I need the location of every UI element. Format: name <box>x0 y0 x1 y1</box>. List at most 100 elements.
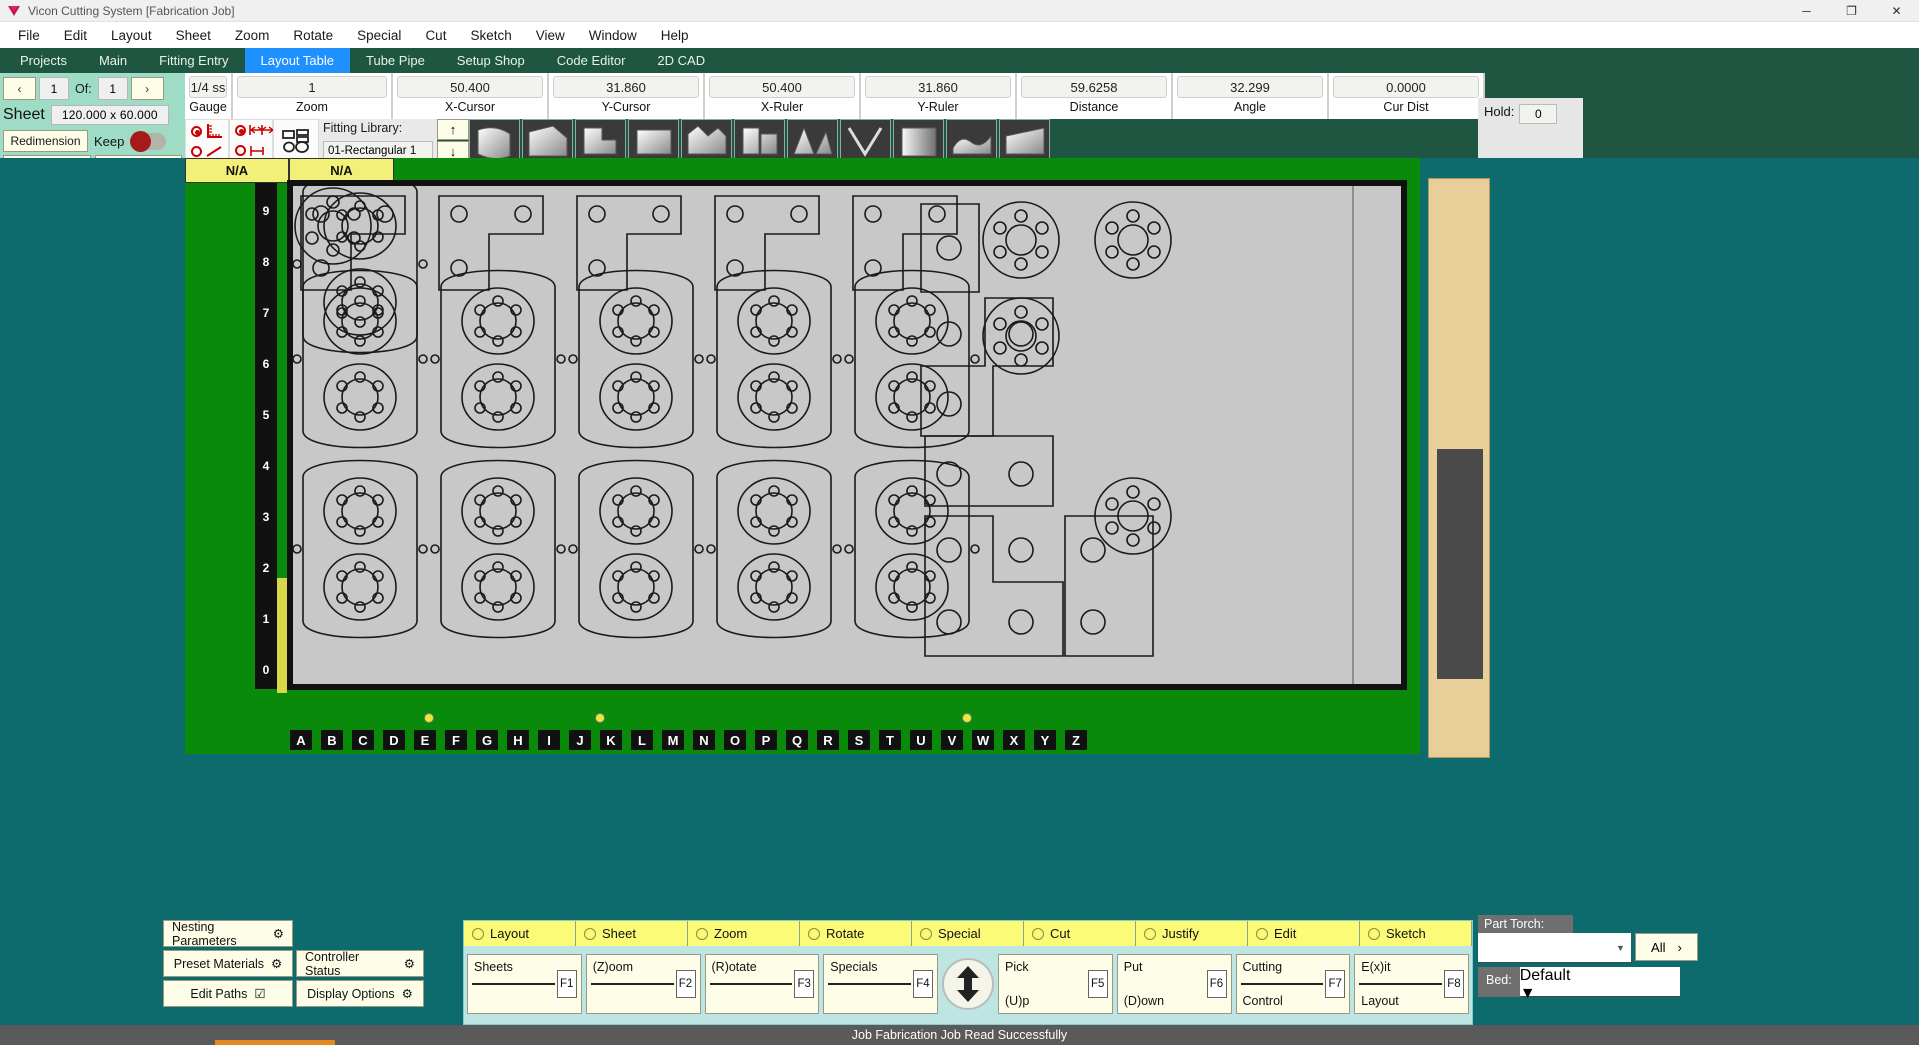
fkey-f3[interactable]: (R)otateF3 <box>705 954 820 1014</box>
na-cell-1[interactable]: N/A <box>185 158 289 183</box>
fitting-shape-3[interactable] <box>575 119 626 162</box>
close-button[interactable]: ✕ <box>1874 0 1919 22</box>
fitting-shape-11[interactable] <box>999 119 1050 162</box>
snap-ruler-radio-off[interactable] <box>191 146 202 157</box>
menu-item-help[interactable]: Help <box>649 25 701 46</box>
column-letter-I[interactable]: I <box>538 730 560 750</box>
controller-status-button[interactable]: Controller Status⚙ <box>296 950 424 977</box>
material-remnant-strip[interactable] <box>1428 178 1490 758</box>
menu-item-cut[interactable]: Cut <box>413 25 458 46</box>
column-letter-U[interactable]: U <box>910 730 932 750</box>
angle-input[interactable]: 32.299 <box>1177 76 1323 98</box>
part-torch-select[interactable]: ▼ <box>1478 933 1631 963</box>
fkey-f4[interactable]: SpecialsF4 <box>823 954 938 1014</box>
column-letter-C[interactable]: C <box>352 730 374 750</box>
fitting-shape-1[interactable] <box>469 119 520 162</box>
column-letter-Z[interactable]: Z <box>1065 730 1087 750</box>
fitting-shape-2[interactable] <box>522 119 573 162</box>
x-ruler-input[interactable]: 50.400 <box>709 76 855 98</box>
column-letter-F[interactable]: F <box>445 730 467 750</box>
snap-dim-radio-off[interactable] <box>235 145 246 156</box>
column-letter-J[interactable]: J <box>569 730 591 750</box>
fitting-shape-7[interactable] <box>787 119 838 162</box>
column-letter-L[interactable]: L <box>631 730 653 750</box>
distance-input[interactable]: 59.6258 <box>1021 76 1167 98</box>
fitting-shape-9[interactable] <box>893 119 944 162</box>
cur-dist-input[interactable]: 0.0000 <box>1333 76 1479 98</box>
column-letter-Q[interactable]: Q <box>786 730 808 750</box>
fitting-shape-5[interactable] <box>681 119 732 162</box>
edit-paths-button[interactable]: Edit Paths☑ <box>163 980 293 1007</box>
menu-item-rotate[interactable]: Rotate <box>281 25 345 46</box>
mode-special[interactable]: Special <box>912 921 1024 946</box>
all-parts-button[interactable]: All › <box>1635 933 1698 961</box>
part-origin-marker[interactable] <box>595 713 605 723</box>
menu-item-window[interactable]: Window <box>577 25 649 46</box>
prev-sheet-button[interactable]: ‹ <box>3 77 36 100</box>
steel-plate[interactable] <box>293 186 1401 684</box>
fitting-shape-4[interactable] <box>628 119 679 162</box>
column-letter-D[interactable]: D <box>383 730 405 750</box>
column-letter-Y[interactable]: Y <box>1034 730 1056 750</box>
tab-tube-pipe[interactable]: Tube Pipe <box>350 48 441 73</box>
part-origin-marker[interactable] <box>424 713 434 723</box>
fkey-f7[interactable]: CuttingControlF7 <box>1236 954 1351 1014</box>
nest-parts-button[interactable] <box>273 119 319 162</box>
current-sheet-input[interactable]: 1 <box>39 77 69 100</box>
fkey-f1[interactable]: SheetsF1 <box>467 954 582 1014</box>
bed-select[interactable]: Default ▼ <box>1520 967 1680 997</box>
mode-layout[interactable]: Layout <box>464 921 576 946</box>
column-letter-G[interactable]: G <box>476 730 498 750</box>
column-letter-O[interactable]: O <box>724 730 746 750</box>
scroll-up-button[interactable]: ↑ <box>437 119 469 140</box>
radio-icon[interactable] <box>696 928 708 940</box>
mode-rotate[interactable]: Rotate <box>800 921 912 946</box>
column-letter-W[interactable]: W <box>972 730 994 750</box>
menu-item-view[interactable]: View <box>524 25 577 46</box>
redimension-button[interactable]: Redimension <box>3 130 88 152</box>
y-cursor-input[interactable]: 31.860 <box>553 76 699 98</box>
radio-icon[interactable] <box>1256 928 1268 940</box>
nesting-parameters-button[interactable]: Nesting Parameters⚙ <box>163 920 293 947</box>
column-letter-H[interactable]: H <box>507 730 529 750</box>
column-letter-S[interactable]: S <box>848 730 870 750</box>
menu-item-file[interactable]: File <box>6 25 52 46</box>
pan-navigate-icon[interactable] <box>942 958 994 1010</box>
fkey-f2[interactable]: (Z)oomF2 <box>586 954 701 1014</box>
menu-item-special[interactable]: Special <box>345 25 413 46</box>
radio-icon[interactable] <box>1368 928 1380 940</box>
next-sheet-button[interactable]: › <box>131 77 164 100</box>
fkey-f6[interactable]: Put(D)ownF6 <box>1117 954 1232 1014</box>
mode-edit[interactable]: Edit <box>1248 921 1360 946</box>
keep-toggle[interactable] <box>130 133 166 150</box>
column-letter-T[interactable]: T <box>879 730 901 750</box>
y-ruler-input[interactable]: 31.860 <box>865 76 1011 98</box>
mode-cut[interactable]: Cut <box>1024 921 1136 946</box>
column-letter-N[interactable]: N <box>693 730 715 750</box>
snap-ruler-group[interactable] <box>185 119 229 162</box>
tab-code-editor[interactable]: Code Editor <box>541 48 642 73</box>
radio-icon[interactable] <box>584 928 596 940</box>
fkey-f8[interactable]: E(x)itLayoutF8 <box>1354 954 1469 1014</box>
sheet-dimensions-input[interactable]: 120.000 x 60.000 <box>51 105 169 125</box>
menu-item-sheet[interactable]: Sheet <box>164 25 223 46</box>
column-letter-K[interactable]: K <box>600 730 622 750</box>
fitting-shape-8[interactable] <box>840 119 891 162</box>
fitting-shape-6[interactable] <box>734 119 785 162</box>
tab-fitting-entry[interactable]: Fitting Entry <box>143 48 244 73</box>
display-options-button[interactable]: Display Options⚙ <box>296 980 424 1007</box>
maximize-button[interactable]: ❐ <box>1829 0 1874 22</box>
fitting-shape-10[interactable] <box>946 119 997 162</box>
snap-ruler-radio-on[interactable] <box>191 126 202 137</box>
mode-justify[interactable]: Justify <box>1136 921 1248 946</box>
column-letter-B[interactable]: B <box>321 730 343 750</box>
tab-layout-table[interactable]: Layout Table <box>245 48 351 73</box>
column-letter-A[interactable]: A <box>290 730 312 750</box>
snap-dim-radio-on[interactable] <box>235 125 246 136</box>
tab-2d-cad[interactable]: 2D CAD <box>641 48 721 73</box>
column-letter-P[interactable]: P <box>755 730 777 750</box>
column-letter-V[interactable]: V <box>941 730 963 750</box>
mode-sheet[interactable]: Sheet <box>576 921 688 946</box>
mode-sketch[interactable]: Sketch <box>1360 921 1472 946</box>
menu-item-edit[interactable]: Edit <box>52 25 99 46</box>
